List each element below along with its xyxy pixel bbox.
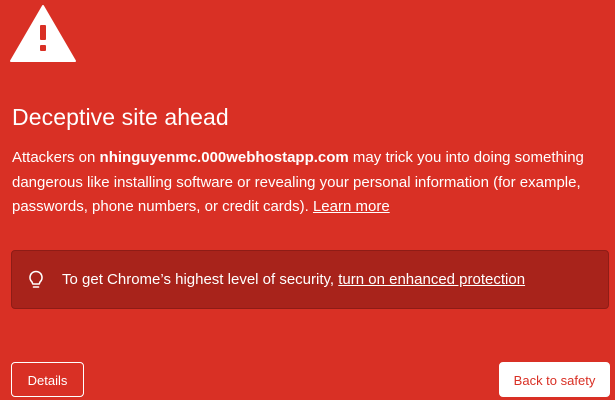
enhanced-protection-link[interactable]: turn on enhanced protection <box>338 271 525 288</box>
warning-message: Attackers on nhinguyenmc.000webhostapp.c… <box>12 146 604 220</box>
enhanced-protection-text: To get Chrome’s highest level of securit… <box>62 271 525 289</box>
details-button[interactable]: Details <box>11 362 84 397</box>
warning-triangle-icon <box>10 5 76 62</box>
lightbulb-icon <box>29 270 43 288</box>
learn-more-link[interactable]: Learn more <box>313 198 390 215</box>
page-title: Deceptive site ahead <box>12 104 229 130</box>
interstitial-page: Deceptive site ahead Attackers on nhingu… <box>0 0 615 400</box>
site-domain: nhinguyenmc.000webhostapp.com <box>99 149 349 166</box>
enhanced-protection-label: To get Chrome’s highest level of securit… <box>62 271 339 288</box>
message-prefix: Attackers on <box>12 149 100 166</box>
enhanced-protection-banner: To get Chrome’s highest level of securit… <box>11 250 609 309</box>
back-to-safety-button[interactable]: Back to safety <box>499 362 610 397</box>
